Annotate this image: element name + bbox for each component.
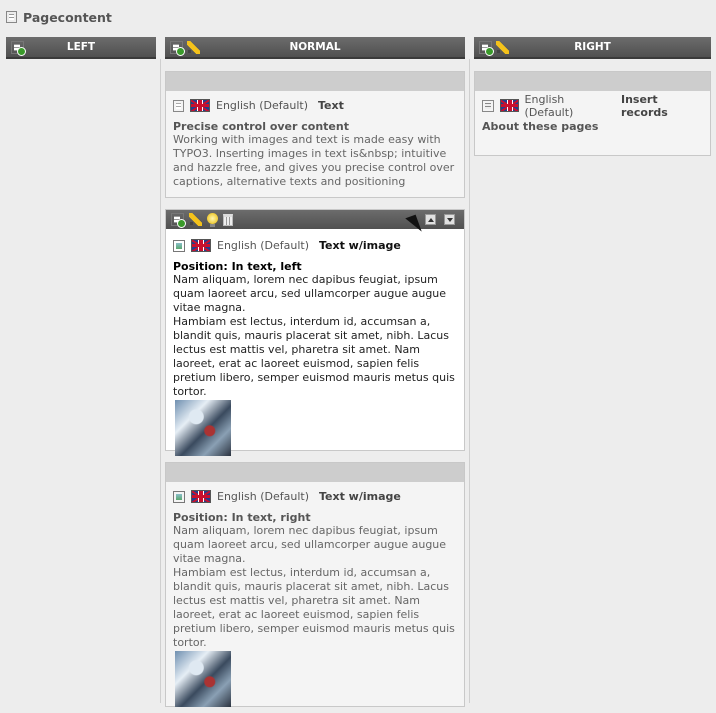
uk-flag-icon [190,99,210,112]
new-content-icon[interactable] [171,213,186,228]
column-header-normal: NORMAL [165,37,465,59]
page-icon [6,11,17,23]
language-label: English (Default) [217,490,309,503]
content-type-label: Insert records [621,92,668,119]
content-image-thumbnail [175,651,231,707]
column-label-normal: NORMAL [289,41,341,53]
content-type-label: Text [318,99,344,112]
content-text: Hambiam est lectus, interdum id, accumsa… [173,315,455,398]
content-text: Working with images and text is made eas… [173,133,455,188]
content-header: About these pages [482,120,599,133]
column-separator [469,59,470,703]
content-type-label: Text w/image [319,490,401,503]
language-label: English (Default) [524,92,574,119]
move-down-icon[interactable] [444,214,455,225]
column-label-right: RIGHT [574,41,611,53]
content-header: Position: In text, left [173,260,302,273]
content-element[interactable]: English (Default) Insert records About t… [474,71,711,156]
column-header-left: LEFT [6,37,156,59]
new-content-icon[interactable] [11,40,26,56]
edit-pencil-icon[interactable] [187,40,200,54]
content-element[interactable]: English (Default) Text Precise control o… [165,71,465,198]
column-label-left: LEFT [66,41,96,53]
uk-flag-icon [499,99,519,112]
uk-flag-icon [191,239,211,252]
column-header-right: RIGHT [474,37,711,59]
edit-pencil-icon[interactable] [496,40,509,54]
content-text: Nam aliquam, lorem nec dapibus feugiat, … [173,273,447,314]
content-element[interactable]: English (Default) Text w/image Position:… [165,462,465,707]
new-content-icon[interactable] [479,40,494,56]
edit-pencil-icon[interactable] [189,213,202,226]
textpic-content-icon[interactable] [173,490,185,503]
page-title: Pagecontent [23,9,112,25]
hide-toggle-bulb-icon[interactable] [207,213,218,227]
insert-records-icon[interactable] [482,99,494,112]
uk-flag-icon [191,490,211,503]
text-content-icon[interactable] [173,99,184,112]
content-element-header-bar [166,72,464,91]
content-text: Nam aliquam, lorem nec dapibus feugiat, … [173,524,447,565]
content-image-thumbnail [175,400,231,456]
textpic-content-icon[interactable] [173,239,185,252]
new-content-icon[interactable] [170,40,185,56]
delete-trash-icon[interactable] [223,213,233,226]
page-title-bar: Pagecontent [6,8,112,26]
language-label: English (Default) [217,239,309,252]
content-type-label: Text w/image [319,239,401,252]
content-text: Hambiam est lectus, interdum id, accumsa… [173,566,455,649]
language-label: English (Default) [216,99,308,112]
content-element-active[interactable]: English (Default) Text w/image Position:… [165,209,465,456]
column-separator [160,59,161,703]
content-header: Precise control over content [173,120,349,133]
content-element-header-bar [475,72,710,91]
content-header: Position: In text, right [173,511,311,524]
move-up-icon[interactable] [425,214,436,225]
content-element-header-bar [166,463,464,482]
